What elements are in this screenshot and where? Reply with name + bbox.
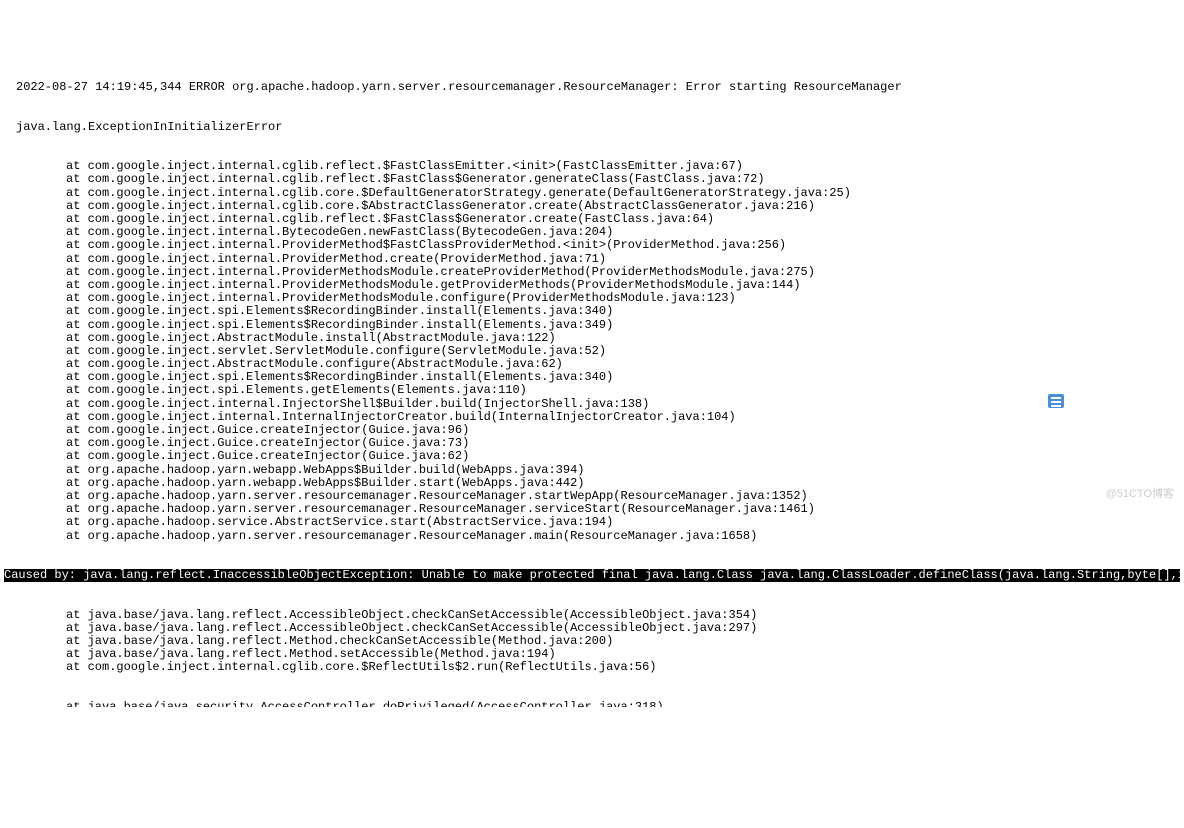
stack-frame: at org.apache.hadoop.yarn.webapp.WebApps… [4, 477, 1180, 490]
log-class: org.apache.hadoop.yarn.server.resourcema… [232, 80, 678, 94]
cut-line: at java.base/java.security.AccessControl… [4, 701, 1180, 707]
stack-frame: at org.apache.hadoop.yarn.server.resourc… [4, 530, 1180, 543]
stack-frame: at com.google.inject.internal.cglib.refl… [4, 173, 1180, 186]
stack-frame: at com.google.inject.spi.Elements.getEle… [4, 384, 1180, 397]
stack-frame: at java.base/java.lang.reflect.Method.se… [4, 648, 1180, 661]
stack-frame: at com.google.inject.internal.ProviderMe… [4, 239, 1180, 252]
stack-frame: at com.google.inject.internal.cglib.core… [4, 187, 1180, 200]
stack-trace-1: at com.google.inject.internal.cglib.refl… [4, 160, 1180, 542]
log-header-line: 2022-08-27 14:19:45,344 ERROR org.apache… [4, 81, 1180, 94]
stack-frame: at com.google.inject.internal.ProviderMe… [4, 266, 1180, 279]
stack-frame: at com.google.inject.internal.cglib.core… [4, 661, 1180, 674]
log-output: 2022-08-27 14:19:45,344 ERROR org.apache… [0, 53, 1184, 722]
stack-frame: at com.google.inject.internal.ProviderMe… [4, 253, 1180, 266]
watermark: @51CTO博客 [1106, 488, 1174, 500]
stack-frame: at com.google.inject.internal.InjectorSh… [4, 398, 1180, 411]
stack-frame: at org.apache.hadoop.yarn.server.resourc… [4, 503, 1180, 516]
stack-frame: at org.apache.hadoop.service.AbstractSer… [4, 516, 1180, 529]
stack-trace-2: at java.base/java.lang.reflect.Accessibl… [4, 609, 1180, 675]
stack-frame: at java.base/java.lang.reflect.Accessibl… [4, 609, 1180, 622]
stack-frame: at com.google.inject.Guice.createInjecto… [4, 450, 1180, 463]
timestamp: 2022-08-27 14:19:45,344 [16, 80, 182, 94]
stack-frame: at com.google.inject.spi.Elements$Record… [4, 319, 1180, 332]
exception-root: java.lang.ExceptionInInitializerError [4, 121, 1180, 134]
selection-menu-icon[interactable] [1048, 394, 1064, 408]
log-level: ERROR [189, 80, 225, 94]
stack-frame: at java.base/java.lang.reflect.Accessibl… [4, 622, 1180, 635]
stack-frame: at com.google.inject.spi.Elements$Record… [4, 305, 1180, 318]
caused-by-line[interactable]: Caused by: java.lang.reflect.Inaccessibl… [4, 569, 1180, 582]
stack-frame: at org.apache.hadoop.yarn.webapp.WebApps… [4, 464, 1180, 477]
stack-frame: at com.google.inject.AbstractModule.inst… [4, 332, 1180, 345]
log-message: Error starting ResourceManager [686, 80, 902, 94]
stack-frame: at java.base/java.lang.reflect.Method.ch… [4, 635, 1180, 648]
